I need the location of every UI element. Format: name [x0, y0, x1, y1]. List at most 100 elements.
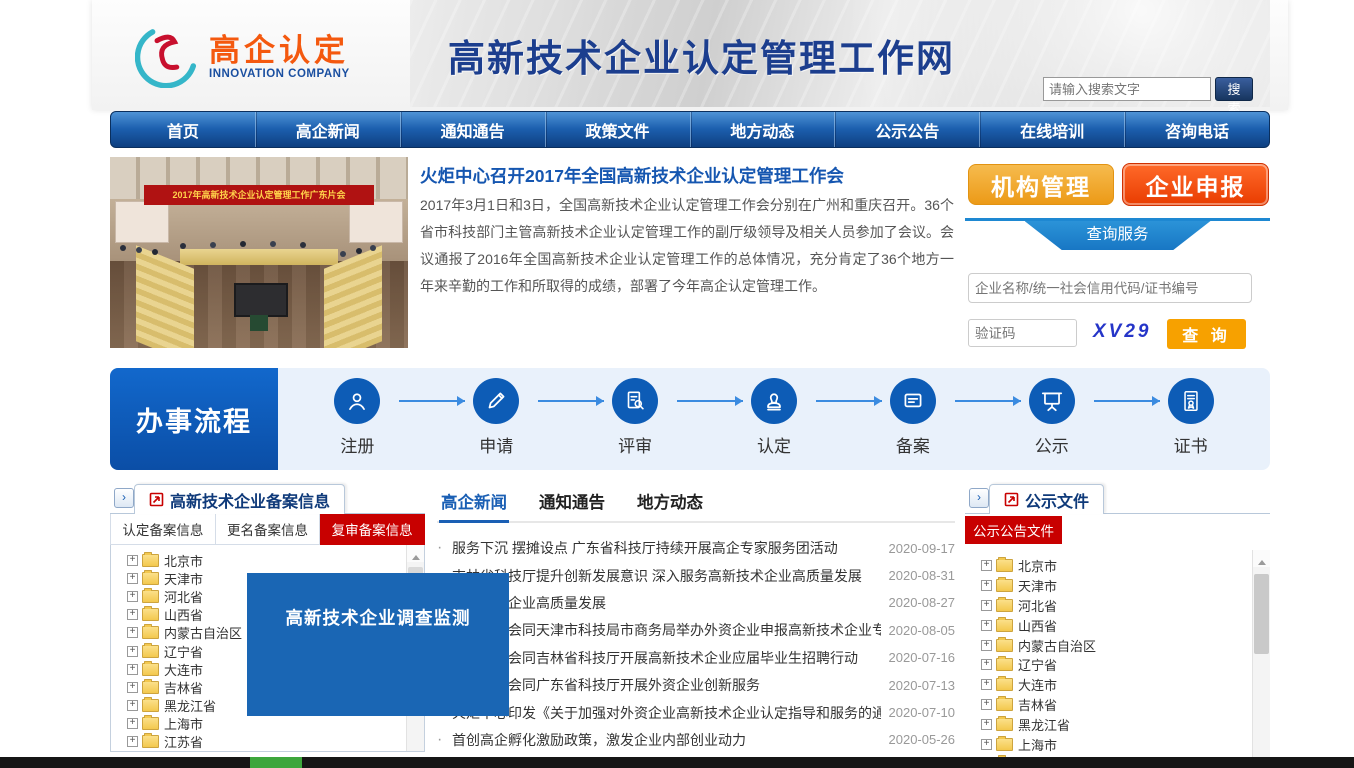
news-date: 2020-08-27	[889, 595, 956, 610]
tree-expand-icon[interactable]: +	[981, 699, 992, 710]
feature-headline[interactable]: 火炬中心召开2017年全国高新技术企业认定管理工作会	[420, 163, 955, 188]
news-row[interactable]: · 火炬中心会同吉林省科技厅开展高新技术企业应届毕业生招聘行动 2020-07-…	[437, 644, 955, 671]
logo-title: 高企认定	[209, 35, 350, 68]
tree-item[interactable]: + 黑龙江省	[981, 714, 1270, 734]
tree-item[interactable]: + 江苏省	[127, 733, 424, 751]
tree-expand-icon[interactable]: +	[981, 600, 992, 611]
tree-item-label: 内蒙古自治区	[1018, 636, 1096, 655]
org-manage-button[interactable]: 机构管理	[968, 164, 1114, 205]
scrollbar-thumb[interactable]	[1254, 574, 1269, 654]
tree-expand-icon[interactable]: +	[981, 659, 992, 670]
search-button[interactable]: 搜索	[1215, 77, 1253, 101]
news-tab[interactable]: 通知通告	[537, 483, 607, 523]
nav-item[interactable]: 公示公告	[835, 112, 980, 147]
tree-expand-icon[interactable]: +	[127, 736, 138, 747]
tree-expand-icon[interactable]: +	[981, 580, 992, 591]
scroll-up-icon[interactable]	[1253, 550, 1270, 567]
survey-popup[interactable]: 高新技术企业调查监测	[247, 573, 509, 716]
nav-item[interactable]: 首页	[111, 112, 256, 147]
process-step[interactable]: 认定	[705, 368, 844, 470]
tree-expand-icon[interactable]: +	[981, 679, 992, 690]
news-tab[interactable]: 高企新闻	[439, 483, 509, 523]
news-row[interactable]: · 火炬中心印发《关于加强对外资企业高新技术企业认定指导和服务的通 2020-0…	[437, 699, 955, 726]
process-step[interactable]: 评审	[566, 368, 705, 470]
nav-item[interactable]: 在线培训	[980, 112, 1125, 147]
tree-expand-icon[interactable]: +	[127, 555, 138, 566]
news-title: 火炬中心会同广东省科技厅开展外资企业创新服务	[452, 675, 881, 695]
tree-expand-icon[interactable]: +	[127, 573, 138, 584]
news-row[interactable]: · 火炬中心会同广东省科技厅开展外资企业创新服务 2020-07-13	[437, 671, 955, 698]
folder-icon	[996, 599, 1013, 612]
query-button[interactable]: 查 询	[1167, 319, 1246, 349]
tree-expand-icon[interactable]: +	[127, 682, 138, 693]
process-step-label: 证书	[1174, 432, 1208, 457]
news-row[interactable]: · 火炬中心会同天津市科技局市商务局举办外资企业申报高新技术企业专 2020-0…	[437, 617, 955, 644]
tree-expand-icon[interactable]: +	[981, 560, 992, 571]
publicity-files-tab[interactable]: 公示公告文件	[965, 516, 1062, 544]
folder-icon	[996, 738, 1013, 751]
enterprise-name-input[interactable]	[968, 273, 1252, 303]
tree-item[interactable]: + 上海市	[127, 715, 424, 733]
tree-expand-icon[interactable]: +	[981, 739, 992, 750]
scroll-up-icon[interactable]	[407, 545, 424, 562]
news-tab[interactable]: 地方动态	[635, 483, 705, 523]
tree-item-label: 辽宁省	[1018, 655, 1057, 674]
tree-item[interactable]: + 北京市	[981, 556, 1270, 576]
logo-subtitle: INNOVATION COMPANY	[209, 68, 350, 80]
tree-expand-icon[interactable]: +	[127, 646, 138, 657]
tree-item[interactable]: + 内蒙古自治区	[981, 635, 1270, 655]
tree-expand-icon[interactable]: +	[981, 719, 992, 730]
tree-expand-icon[interactable]: +	[127, 609, 138, 620]
tree-item[interactable]: + 浙江省	[127, 751, 424, 752]
tree-expand-icon[interactable]: +	[127, 627, 138, 638]
tree-expand-icon[interactable]: +	[127, 718, 138, 729]
tree-item[interactable]: + 上海市	[981, 734, 1270, 754]
expand-button[interactable]: ›	[969, 488, 989, 508]
folder-icon	[142, 626, 159, 639]
news-date: 2020-09-17	[889, 541, 956, 556]
filing-tab[interactable]: 更名备案信息	[216, 514, 321, 545]
process-step[interactable]: 证书	[1121, 368, 1260, 470]
news-photo[interactable]: 2017年高新技术企业认定管理工作广东片会	[110, 157, 408, 348]
nav-item[interactable]: 政策文件	[546, 112, 691, 147]
filing-tab[interactable]: 认定备案信息	[111, 514, 216, 545]
nav-item[interactable]: 咨询电话	[1125, 112, 1269, 147]
news-row[interactable]: · 动推外资企业高质量发展 2020-08-27	[437, 589, 955, 616]
process-step[interactable]: 申请	[427, 368, 566, 470]
tree-item[interactable]: + 山西省	[981, 615, 1270, 635]
tree-expand-icon[interactable]: +	[127, 700, 138, 711]
tree-item-label: 北京市	[1018, 556, 1057, 575]
news-row[interactable]: · 吉林省科技厅提升创新发展意识 深入服务高新技术企业高质量发展 2020-08…	[437, 562, 955, 589]
scrollbar[interactable]	[1252, 550, 1270, 768]
tree-item-label: 天津市	[164, 569, 203, 588]
tree-expand-icon[interactable]: +	[981, 640, 992, 651]
tree-item[interactable]: + 河北省	[981, 596, 1270, 616]
news-title: 火炬中心会同天津市科技局市商务局举办外资企业申报高新技术企业专	[452, 620, 881, 640]
tree-item[interactable]: + 吉林省	[981, 695, 1270, 715]
tree-item[interactable]: + 天津市	[981, 576, 1270, 596]
news-row[interactable]: · 首创高企孵化激励政策，激发企业内部创业动力 2020-05-26	[437, 726, 955, 753]
tree-item[interactable]: + 辽宁省	[981, 655, 1270, 675]
nav-item[interactable]: 地方动态	[691, 112, 836, 147]
tree-item[interactable]: + 大连市	[981, 675, 1270, 695]
tree-item-label: 辽宁省	[164, 642, 203, 661]
filing-tab[interactable]: 复审备案信息	[320, 514, 425, 545]
expand-button[interactable]: ›	[114, 488, 134, 508]
filing-panel-tab: 高新技术企业备案信息	[134, 484, 345, 514]
nav-item[interactable]: 通知通告	[401, 112, 546, 147]
logo[interactable]: 高企认定 INNOVATION COMPANY	[135, 22, 350, 93]
process-step[interactable]: 注册	[288, 368, 427, 470]
tree-expand-icon[interactable]: +	[127, 591, 138, 602]
process-step[interactable]: 备案	[843, 368, 982, 470]
enterprise-apply-button[interactable]: 企业申报	[1122, 163, 1269, 206]
captcha-input[interactable]	[968, 319, 1077, 347]
news-row[interactable]: · 服务下沉 摆摊设点 广东省科技厅持续开展高企专家服务团活动 2020-09-…	[437, 535, 955, 562]
search-input[interactable]	[1043, 77, 1211, 101]
tree-expand-icon[interactable]: +	[981, 620, 992, 631]
process-step[interactable]: 公示	[982, 368, 1121, 470]
tree-item[interactable]: + 北京市	[127, 551, 424, 569]
nav-item[interactable]: 高企新闻	[256, 112, 401, 147]
feature-body: 2017年3月1日和3日，全国高新技术企业认定管理工作会分别在广州和重庆召开。3…	[420, 192, 954, 300]
site-title: 高新技术企业认定管理工作网	[448, 28, 955, 82]
tree-expand-icon[interactable]: +	[127, 664, 138, 675]
